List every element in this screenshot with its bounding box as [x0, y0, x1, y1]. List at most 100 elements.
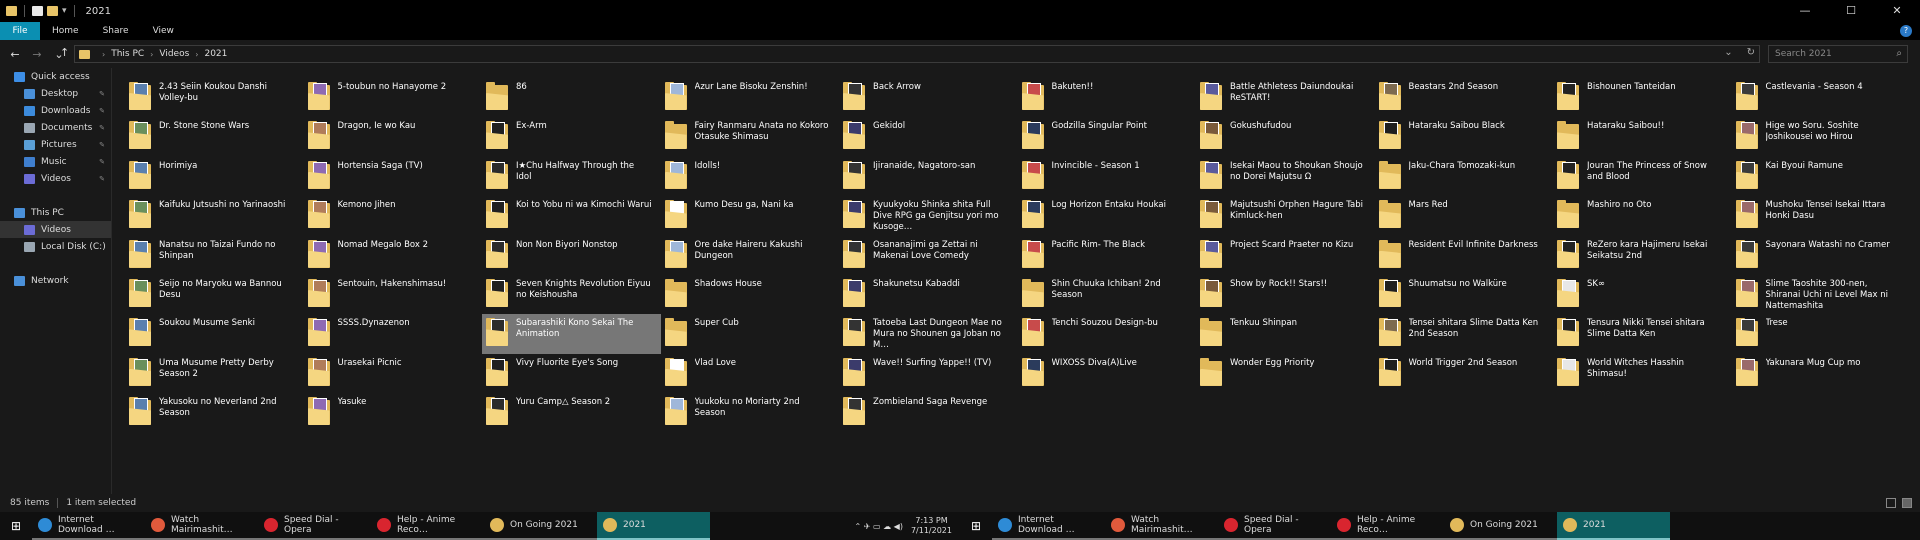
folder-item[interactable]: Vivy Fluorite Eye's Song — [482, 354, 661, 393]
folder-item[interactable]: Ex-Arm — [482, 117, 661, 156]
close-button[interactable]: ✕ — [1874, 0, 1920, 22]
folder-item[interactable]: Gokushufudou — [1196, 117, 1375, 156]
chevron-right-icon[interactable]: › — [102, 50, 105, 59]
taskbar-item[interactable]: Speed Dial - Opera — [258, 512, 371, 540]
folder-item[interactable]: Uma Musume Pretty Derby Season 2 — [125, 354, 304, 393]
tab-share[interactable]: Share — [91, 22, 141, 40]
folder-item[interactable]: Tatoeba Last Dungeon Mae no Mura no Shou… — [839, 314, 1018, 353]
folder-item[interactable]: Dragon, Ie wo Kau — [304, 117, 483, 156]
folder-item[interactable]: I★Chu Halfway Through the Idol — [482, 157, 661, 196]
windows-start-icon[interactable]: ⊞ — [960, 512, 992, 540]
folder-item[interactable]: Azur Lane Bisoku Zenshin! — [661, 78, 840, 117]
address-dropdown-icon[interactable]: ⌄ — [1724, 47, 1732, 58]
folder-item[interactable]: Wonder Egg Priority — [1196, 354, 1375, 393]
folder-item[interactable]: Idolls! — [661, 157, 840, 196]
folder-item[interactable]: Super Cub — [661, 314, 840, 353]
folder-item[interactable]: Mars Red — [1375, 196, 1554, 235]
taskbar-item[interactable]: Watch Mairimashit… — [1105, 512, 1218, 540]
folder-item[interactable]: Sentouin, Hakenshimasu! — [304, 275, 483, 314]
tab-view[interactable]: View — [141, 22, 186, 40]
folder-item[interactable]: Bishounen Tanteidan — [1553, 78, 1732, 117]
folder-item[interactable]: Kaifuku Jutsushi no Yarinaoshi — [125, 196, 304, 235]
sidebar-item[interactable]: Documents ✎ — [0, 119, 111, 136]
sidebar-item[interactable]: Downloads ✎ — [0, 102, 111, 119]
folder-item[interactable]: Nanatsu no Taizai Fundo no Shinpan — [125, 236, 304, 275]
folder-item[interactable]: Beastars 2nd Season — [1375, 78, 1554, 117]
folder-item[interactable]: Project Scard Praeter no Kizu — [1196, 236, 1375, 275]
folder-item[interactable]: 2.43 Seiin Koukou Danshi Volley-bu — [125, 78, 304, 117]
taskbar-item[interactable]: Speed Dial - Opera — [1218, 512, 1331, 540]
folder-item[interactable]: 86 — [482, 78, 661, 117]
taskbar-item[interactable]: On Going 2021 — [484, 512, 597, 540]
minimize-button[interactable]: — — [1782, 0, 1828, 22]
folder-item[interactable]: Jouran The Princess of Snow and Blood — [1553, 157, 1732, 196]
folder-item[interactable]: Mushoku Tensei Isekai Ittara Honki Dasu — [1732, 196, 1911, 235]
folder-item[interactable]: Non Non Biyori Nonstop — [482, 236, 661, 275]
folder-item[interactable]: Slime Taoshite 300-nen, Shiranai Uchi ni… — [1732, 275, 1911, 314]
windows-start-icon[interactable]: ⊞ — [0, 512, 32, 540]
large-icons-view-icon[interactable] — [1902, 498, 1912, 508]
folder-item[interactable]: Mashiro no Oto — [1553, 196, 1732, 235]
folder-item[interactable]: Shuumatsu no Walküre — [1375, 275, 1554, 314]
folder-item[interactable]: Jaku-Chara Tomozaki-kun — [1375, 157, 1554, 196]
folder-item[interactable]: Ijiranaide, Nagatoro-san — [839, 157, 1018, 196]
folder-item[interactable]: Bakuten!! — [1018, 78, 1197, 117]
address-bar[interactable]: › This PC › Videos › 2021 ⌄ ↻ — [74, 45, 1760, 63]
folder-item[interactable]: Vlad Love — [661, 354, 840, 393]
sidebar-item[interactable]: Quick access — [0, 68, 111, 85]
taskbar-item[interactable]: Help - Anime Reco… — [1331, 512, 1444, 540]
chevron-right-icon[interactable]: › — [150, 50, 153, 59]
taskbar-item[interactable]: Internet Download … — [992, 512, 1105, 540]
folder-item[interactable]: Shadows House — [661, 275, 840, 314]
folder-item[interactable]: Show by Rock!! Stars!! — [1196, 275, 1375, 314]
chevron-right-icon[interactable]: › — [195, 50, 198, 59]
taskbar-item[interactable]: 2021 — [597, 512, 710, 540]
folder-item[interactable]: Osananajimi ga Zettai ni Makenai Love Co… — [839, 236, 1018, 275]
folder-item[interactable]: Isekai Maou to Shoukan Shoujo no Dorei M… — [1196, 157, 1375, 196]
folder-item[interactable]: Trese — [1732, 314, 1911, 353]
folder-item[interactable]: Hortensia Saga (TV) — [304, 157, 483, 196]
folder-item[interactable]: WIXOSS Diva(A)Live — [1018, 354, 1197, 393]
back-arrow-icon[interactable]: ← — [4, 48, 26, 61]
folder-item[interactable]: Kumo Desu ga, Nani ka — [661, 196, 840, 235]
folder-item[interactable]: Yakunara Mug Cup mo — [1732, 354, 1911, 393]
folder-item[interactable]: Kyuukyoku Shinka shita Full Dive RPG ga … — [839, 196, 1018, 235]
folder-item[interactable]: Tensura Nikki Tensei shitara Slime Datta… — [1553, 314, 1732, 353]
breadcrumb-videos[interactable]: Videos — [159, 49, 189, 59]
folder-item[interactable]: World Witches Hasshin Shimasu! — [1553, 354, 1732, 393]
tab-home[interactable]: Home — [40, 22, 91, 40]
folder-item[interactable]: Yasuke — [304, 393, 483, 432]
folder-item[interactable]: Shin Chuuka Ichiban! 2nd Season — [1018, 275, 1197, 314]
folder-item[interactable]: Kai Byoui Ramune — [1732, 157, 1911, 196]
folder-item[interactable]: Shakunetsu Kabaddi — [839, 275, 1018, 314]
folder-item[interactable]: Urasekai Picnic — [304, 354, 483, 393]
folder-item[interactable]: Resident Evil Infinite Darkness — [1375, 236, 1554, 275]
folder-item[interactable]: Kemono Jihen — [304, 196, 483, 235]
details-view-icon[interactable] — [1886, 498, 1896, 508]
folder-item[interactable]: SK∞ — [1553, 275, 1732, 314]
folder-item[interactable]: Hige wo Soru. Soshite Joshikousei wo Hir… — [1732, 117, 1911, 156]
sidebar-item[interactable]: Pictures ✎ — [0, 136, 111, 153]
folder-item[interactable]: Yuukoku no Moriarty 2nd Season — [661, 393, 840, 432]
customize-toolbar-icon[interactable]: ▾ — [62, 6, 67, 16]
taskbar-item[interactable]: On Going 2021 — [1444, 512, 1557, 540]
folder-item[interactable]: Soukou Musume Senki — [125, 314, 304, 353]
folder-item[interactable]: Koi to Yobu ni wa Kimochi Warui — [482, 196, 661, 235]
taskbar-item[interactable]: Help - Anime Reco… — [371, 512, 484, 540]
taskbar-item[interactable]: Internet Download … — [32, 512, 145, 540]
clock[interactable]: 7:13 PM 7/11/2021 — [911, 516, 952, 536]
folder-item[interactable]: Back Arrow — [839, 78, 1018, 117]
sidebar-item[interactable]: Videos — [0, 221, 111, 238]
up-arrow-icon[interactable]: ↑ — [60, 46, 69, 59]
folder-item[interactable]: Hataraku Saibou Black — [1375, 117, 1554, 156]
folder-item[interactable]: Fairy Ranmaru Anata no Kokoro Otasuke Sh… — [661, 117, 840, 156]
folder-item[interactable]: Tenkuu Shinpan — [1196, 314, 1375, 353]
folder-item[interactable]: Battle Athletess Daiundoukai ReSTART! — [1196, 78, 1375, 117]
breadcrumb-this-pc[interactable]: This PC — [111, 49, 144, 59]
folder-item[interactable]: Seven Knights Revolution Eiyuu no Keisho… — [482, 275, 661, 314]
folder-item[interactable]: Godzilla Singular Point — [1018, 117, 1197, 156]
tray-icons[interactable]: ⌃ ✈ ▭ ☁ ◀) — [855, 522, 903, 531]
folder-item[interactable]: Nomad Megalo Box 2 — [304, 236, 483, 275]
taskbar-item[interactable]: Watch Mairimashit… — [145, 512, 258, 540]
folder-item[interactable]: Subarashiki Kono Sekai The Animation — [482, 314, 661, 354]
